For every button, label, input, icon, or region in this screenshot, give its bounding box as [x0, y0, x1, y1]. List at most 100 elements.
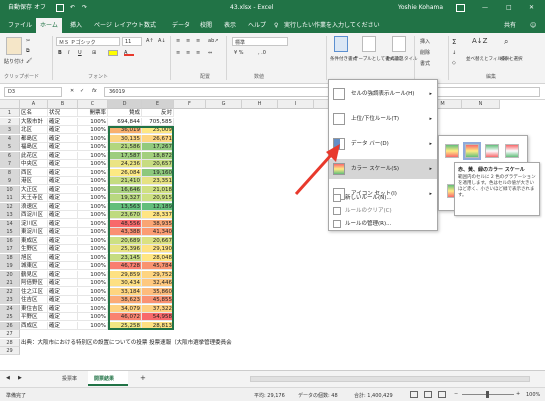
- row-header-26[interactable]: 26: [0, 321, 20, 330]
- no-cell[interactable]: 705,585: [142, 117, 174, 126]
- insert-cells-button[interactable]: 挿入: [420, 38, 430, 45]
- next-sheet-icon[interactable]: ▶: [18, 375, 22, 381]
- row-header-3[interactable]: 3: [0, 126, 20, 134]
- ward-cell[interactable]: 港区: [20, 177, 48, 185]
- row-header-17[interactable]: 17: [0, 245, 20, 253]
- zoom-in-icon[interactable]: +: [516, 391, 520, 397]
- status-cell[interactable]: 確定: [48, 228, 78, 236]
- ward-cell[interactable]: 中央区: [20, 160, 48, 168]
- status-cell[interactable]: 確定: [48, 134, 78, 143]
- status-cell[interactable]: 確定: [48, 177, 78, 185]
- status-cell[interactable]: 確定: [48, 143, 78, 151]
- status-cell[interactable]: 確定: [48, 236, 78, 245]
- row-header-1[interactable]: 1: [0, 109, 20, 117]
- rate-cell[interactable]: 100%: [78, 160, 108, 168]
- status-cell[interactable]: 確定: [48, 270, 78, 279]
- find-select-button[interactable]: 検索と選択: [500, 56, 523, 62]
- ward-cell[interactable]: 旭区: [20, 253, 48, 262]
- header-cell[interactable]: 賛成: [108, 109, 142, 117]
- ward-cell[interactable]: 大正区: [20, 185, 48, 194]
- normal-view-icon[interactable]: [410, 391, 418, 398]
- status-cell[interactable]: 確定: [48, 287, 78, 296]
- footnote-cell[interactable]: 出典：大阪市における特別区の設置についての投票 投票速報（大阪市選挙管理委員会: [20, 339, 320, 347]
- paste-icon[interactable]: [6, 37, 22, 55]
- sort-filter-icon[interactable]: A↓Z: [472, 37, 487, 45]
- rate-cell[interactable]: 100%: [78, 151, 108, 160]
- status-cell[interactable]: 確定: [48, 211, 78, 219]
- color-scale-green-white-red[interactable]: [485, 144, 499, 158]
- status-cell[interactable]: 確定: [48, 313, 78, 321]
- grow-font-icon[interactable]: A↑: [146, 38, 154, 44]
- number-format-select[interactable]: 標準: [232, 37, 288, 46]
- horizontal-scrollbar[interactable]: [250, 376, 530, 382]
- column-header-i[interactable]: I: [278, 100, 314, 109]
- header-cell[interactable]: 反対: [142, 109, 174, 117]
- tab-file[interactable]: ファイル: [4, 18, 36, 33]
- status-cell[interactable]: 確定: [48, 245, 78, 253]
- prev-sheet-icon[interactable]: ◀: [6, 375, 10, 381]
- menu-item-rule-2[interactable]: ルールの管理(R)...: [329, 218, 437, 230]
- status-cell[interactable]: 確定: [48, 304, 78, 313]
- column-header-a[interactable]: A: [20, 100, 48, 109]
- cancel-icon[interactable]: ✕: [70, 88, 74, 94]
- row-header-20[interactable]: 20: [0, 270, 20, 279]
- row-header-29[interactable]: 29: [0, 347, 20, 355]
- rate-cell[interactable]: 100%: [78, 321, 108, 330]
- rate-cell[interactable]: 100%: [78, 134, 108, 143]
- orientation-icon[interactable]: ab↗: [208, 38, 218, 44]
- paste-button[interactable]: 貼り付け: [4, 58, 24, 65]
- ward-cell[interactable]: 阿倍野区: [20, 279, 48, 287]
- menu-item-top-bottom[interactable]: 上位/下位ルール(T) ▸: [329, 109, 437, 129]
- rate-cell[interactable]: 100%: [78, 262, 108, 270]
- status-cell[interactable]: 確定: [48, 262, 78, 270]
- format-as-table-icon[interactable]: [362, 36, 376, 52]
- rate-cell[interactable]: 100%: [78, 177, 108, 185]
- bold-button[interactable]: B: [58, 50, 62, 56]
- row-header-18[interactable]: 18: [0, 253, 20, 262]
- find-icon[interactable]: ⌕: [504, 37, 508, 47]
- underline-button[interactable]: U: [78, 50, 82, 56]
- autosave-state[interactable]: オフ: [34, 0, 46, 16]
- rate-cell[interactable]: 100%: [78, 236, 108, 245]
- formula-input[interactable]: 36019: [104, 87, 540, 97]
- font-color-icon[interactable]: A: [124, 50, 134, 56]
- rate-cell[interactable]: 100%: [78, 185, 108, 194]
- rate-cell[interactable]: 100%: [78, 194, 108, 202]
- ward-cell[interactable]: 此花区: [20, 151, 48, 160]
- status-cell[interactable]: 確定: [48, 219, 78, 228]
- redo-icon[interactable]: ↷: [82, 0, 87, 16]
- row-header-21[interactable]: 21: [0, 279, 20, 287]
- delete-cells-button[interactable]: 削除: [420, 49, 430, 56]
- save-icon[interactable]: [56, 4, 64, 12]
- rate-cell[interactable]: 100%: [78, 168, 108, 177]
- column-header-c[interactable]: C: [78, 100, 108, 109]
- tab-home[interactable]: ホーム: [36, 18, 62, 33]
- smiley-icon[interactable]: ☺: [526, 18, 540, 33]
- row-header-28[interactable]: 28: [0, 338, 20, 347]
- status-cell[interactable]: 確定: [48, 151, 78, 160]
- ribbon-display-icon[interactable]: [456, 4, 465, 12]
- row-header-9[interactable]: 9: [0, 177, 20, 185]
- column-header-f[interactable]: F: [174, 100, 206, 109]
- cut-icon[interactable]: ✂: [26, 38, 30, 44]
- autosave-label[interactable]: 自動保存: [8, 0, 32, 16]
- name-box[interactable]: D3: [4, 87, 62, 97]
- conditional-formatting-icon[interactable]: [334, 36, 348, 52]
- ward-cell[interactable]: 淀川区: [20, 219, 48, 228]
- currency-icon[interactable]: ¥ %: [234, 50, 244, 56]
- rate-cell[interactable]: 100%: [78, 219, 108, 228]
- header-cell[interactable]: 区名: [20, 109, 48, 117]
- header-cell[interactable]: 開票率: [78, 109, 108, 117]
- share-button[interactable]: 共有: [500, 18, 520, 33]
- status-cell[interactable]: 確定: [48, 168, 78, 177]
- comma-icon[interactable]: , .0: [258, 50, 266, 56]
- rate-cell[interactable]: 100%: [78, 313, 108, 321]
- row-header-19[interactable]: 19: [0, 262, 20, 270]
- ward-cell[interactable]: 東成区: [20, 236, 48, 245]
- align-middle-icon[interactable]: ≡: [186, 38, 190, 44]
- row-header-12[interactable]: 12: [0, 202, 20, 211]
- conditional-formatting-button[interactable]: 条件付き書式: [330, 56, 357, 62]
- ward-cell[interactable]: 福島区: [20, 143, 48, 151]
- autosum-icon[interactable]: Σ: [452, 38, 456, 46]
- rate-cell[interactable]: 100%: [78, 126, 108, 134]
